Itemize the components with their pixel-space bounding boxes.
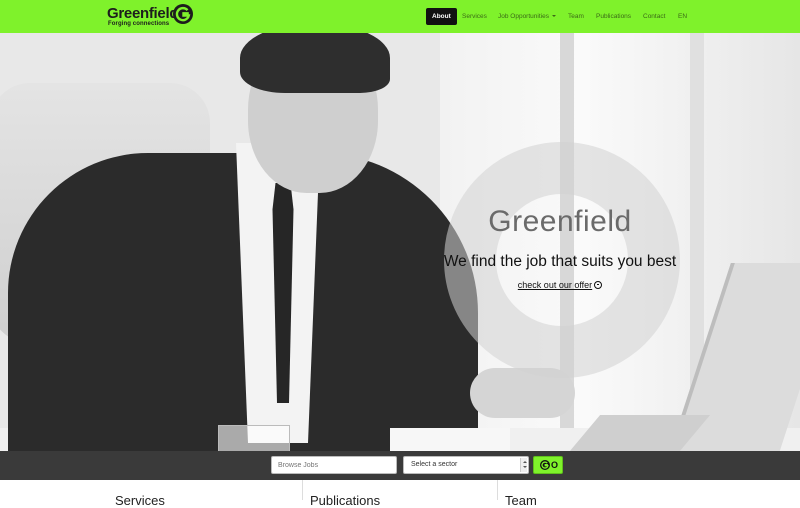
nav-publications[interactable]: Publications — [590, 8, 637, 25]
person-hair — [240, 33, 390, 93]
hero-banner: Greenfield We find the job that suits yo… — [0, 33, 800, 451]
job-search-bar: Select a sector O — [0, 451, 800, 480]
navbar: Greenfield Forging connections About Ser… — [0, 0, 800, 33]
hero-title: Greenfield — [488, 205, 632, 238]
brand-tagline: Forging connections — [108, 21, 170, 27]
paper-sheet — [390, 428, 510, 451]
hero-subtitle: We find the job that suits you best — [443, 253, 677, 270]
g-logo-icon — [540, 460, 550, 470]
section-title-team: Team — [505, 493, 537, 508]
section-divider — [302, 480, 303, 500]
section-title-services: Services — [115, 493, 165, 508]
check-offer-link[interactable]: check out our offer — [480, 280, 640, 290]
browse-jobs-input[interactable] — [271, 456, 397, 474]
brand-name: Greenfield — [107, 5, 179, 22]
sector-select-value: Select a sector — [411, 461, 458, 468]
nav-job-opportunities[interactable]: Job Opportunities — [492, 8, 562, 25]
sections-row: Services Publications Team — [0, 480, 800, 508]
arrow-circle-icon — [594, 280, 603, 289]
nav-language[interactable]: EN — [672, 8, 693, 25]
caret-down-icon — [551, 15, 556, 18]
select-arrows-icon — [520, 458, 527, 472]
go-button-label: O — [551, 460, 559, 470]
nav-job-opportunities-label: Job Opportunities — [498, 13, 549, 20]
check-offer-link-label: check out our offer — [517, 280, 593, 290]
section-divider — [497, 480, 498, 500]
water-glass — [218, 425, 290, 451]
g-circle-logo-icon — [173, 4, 193, 24]
search-go-button[interactable]: O — [533, 456, 563, 474]
nav-contact[interactable]: Contact — [637, 8, 671, 25]
nav-team[interactable]: Team — [562, 8, 590, 25]
section-title-publications: Publications — [310, 493, 381, 508]
nav-services[interactable]: Services — [456, 8, 493, 25]
sector-select[interactable]: Select a sector — [403, 456, 529, 474]
nav-about[interactable]: About — [426, 8, 457, 25]
